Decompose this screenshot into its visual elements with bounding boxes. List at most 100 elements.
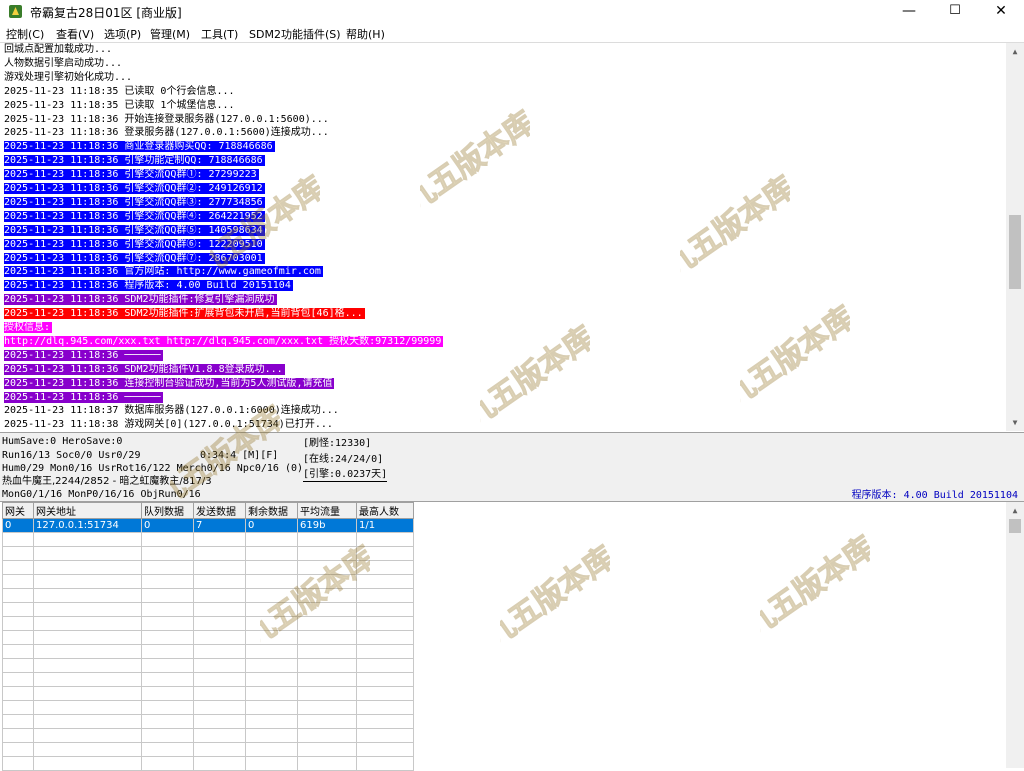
table-cell bbox=[2, 756, 34, 771]
menu-view[interactable]: 查看(V) bbox=[56, 26, 94, 42]
table-cell bbox=[33, 686, 142, 701]
log-line-text: 2025-11-23 11:18:36 引擎交流QQ群②: 249126912 bbox=[4, 183, 265, 194]
scroll-up-icon[interactable]: ▲ bbox=[1006, 502, 1024, 519]
column-header[interactable]: 队列数据 bbox=[141, 502, 194, 519]
table-cell bbox=[245, 742, 298, 757]
table-cell bbox=[245, 686, 298, 701]
table-row[interactable] bbox=[2, 728, 414, 743]
grid-scrollbar[interactable]: ▲ bbox=[1006, 502, 1024, 768]
table-cell bbox=[2, 728, 34, 743]
table-row[interactable] bbox=[2, 658, 414, 673]
gateway-table[interactable]: 网关 网关地址 队列数据 发送数据 剩余数据 平均流量 最高人数 0 127.0.0.1:51… bbox=[2, 502, 414, 771]
scroll-thumb[interactable] bbox=[1009, 215, 1021, 289]
maximize-button[interactable]: ☐ bbox=[932, 0, 978, 24]
table-cell bbox=[141, 742, 194, 757]
log-line: 2025-11-23 11:18:36 SDM2功能插件:修复引擎漏洞成功 bbox=[4, 293, 277, 306]
table-row[interactable] bbox=[2, 742, 414, 757]
table-cell: 0 bbox=[141, 518, 194, 533]
table-row[interactable] bbox=[2, 560, 414, 575]
column-header[interactable]: 剩余数据 bbox=[245, 502, 298, 519]
log-line-text: 2025-11-23 11:18:36 登录服务器(127.0.0.1:5600… bbox=[4, 127, 329, 139]
table-cell bbox=[356, 714, 414, 729]
column-header[interactable]: 平均流量 bbox=[297, 502, 357, 519]
menu-control[interactable]: 控制(C) bbox=[6, 26, 44, 42]
table-row[interactable] bbox=[2, 588, 414, 603]
log-line-text: 2025-11-23 11:18:36 官方网站: http://www.gam… bbox=[4, 266, 323, 278]
table-row[interactable] bbox=[2, 644, 414, 659]
table-row[interactable] bbox=[2, 616, 414, 631]
table-cell bbox=[33, 728, 142, 743]
table-row[interactable] bbox=[2, 686, 414, 701]
column-header[interactable]: 网关地址 bbox=[33, 502, 142, 519]
table-row[interactable] bbox=[2, 602, 414, 617]
table-row[interactable] bbox=[2, 574, 414, 589]
menu-tools[interactable]: 工具(T) bbox=[201, 26, 238, 42]
scroll-up-icon[interactable]: ▲ bbox=[1006, 43, 1024, 60]
table-cell bbox=[356, 658, 414, 673]
table-cell bbox=[245, 616, 298, 631]
log-line-text: 2025-11-23 11:18:36 引擎交流QQ群①: 27299223 bbox=[4, 169, 259, 181]
log-line: 2025-11-23 11:18:36 连接控制台验证成功,当前为5人测试版,请… bbox=[4, 377, 335, 390]
table-row[interactable] bbox=[2, 630, 414, 645]
table-cell bbox=[33, 672, 142, 687]
table-cell bbox=[33, 574, 142, 589]
log-line: 2025-11-23 11:18:36 商业登录器购买QQ: 718846686 bbox=[4, 140, 275, 153]
table-cell bbox=[33, 602, 142, 617]
table-cell bbox=[356, 686, 414, 701]
log-line: 2025-11-23 11:18:36 引擎交流QQ群⑤: 140598634 bbox=[4, 224, 265, 237]
column-header[interactable]: 最高人数 bbox=[356, 502, 414, 519]
table-cell bbox=[2, 588, 34, 603]
table-cell bbox=[33, 532, 142, 547]
log-line: 2025-11-23 11:18:36 官方网站: http://www.gam… bbox=[4, 265, 323, 278]
table-row[interactable] bbox=[2, 700, 414, 715]
menu-help[interactable]: 帮助(H) bbox=[346, 26, 385, 42]
column-header[interactable]: 网关 bbox=[2, 502, 34, 519]
table-cell bbox=[141, 532, 194, 547]
table-cell bbox=[2, 546, 34, 561]
table-cell bbox=[356, 728, 414, 743]
log-line-text: 2025-11-23 11:18:36 引擎功能定制QQ: 718846686 bbox=[4, 155, 265, 167]
table-cell bbox=[2, 714, 34, 729]
log-line: 2025-11-23 11:18:36 引擎交流QQ群①: 27299223 bbox=[4, 168, 259, 181]
table-cell bbox=[193, 588, 246, 603]
table-row[interactable] bbox=[2, 532, 414, 547]
minimize-button[interactable]: — bbox=[886, 0, 932, 24]
table-row[interactable]: 0 127.0.0.1:51734 0 7 0 619b 1/1 bbox=[2, 518, 414, 533]
window-title: 帝霸复古28日01区 [商业版] bbox=[30, 6, 182, 20]
column-header[interactable]: 发送数据 bbox=[193, 502, 246, 519]
log-line-text: 2025-11-23 11:18:36 开始连接登录服务器(127.0.0.1:… bbox=[4, 113, 329, 125]
table-cell bbox=[193, 546, 246, 561]
table-row[interactable] bbox=[2, 672, 414, 687]
log-line-text: 2025-11-23 11:18:36 SDM2功能插件:修复引擎漏洞成功 bbox=[4, 294, 277, 306]
log-line-text: 授权信息: bbox=[4, 322, 53, 333]
menu-sdm2-plugin[interactable]: SDM2功能插件(S) bbox=[249, 26, 341, 42]
menu-options[interactable]: 选项(P) bbox=[104, 26, 141, 42]
table-cell bbox=[297, 560, 357, 575]
close-button[interactable]: ✕ bbox=[978, 0, 1024, 24]
log-line: 回城点配置加载成功... bbox=[4, 43, 114, 56]
table-cell bbox=[356, 644, 414, 659]
table-row[interactable] bbox=[2, 546, 414, 561]
table-cell bbox=[356, 700, 414, 715]
scroll-down-icon[interactable]: ▼ bbox=[1006, 414, 1024, 431]
log-console[interactable]: 回城点配置加载成功... 人物数据引擎启动成功... 游戏处理引擎初始化成功... 2… bbox=[0, 43, 1006, 431]
table-cell: 1/1 bbox=[356, 518, 414, 533]
table-cell: 127.0.0.1:51734 bbox=[33, 518, 142, 533]
scroll-thumb[interactable] bbox=[1009, 519, 1021, 533]
refresh-count: [刷怪:12330] bbox=[303, 438, 372, 449]
engine-days: [引擎:0.0237天] bbox=[303, 469, 388, 482]
log-line: 2025-11-23 11:18:36 引擎功能定制QQ: 718846686 bbox=[4, 154, 265, 167]
log-line: 授权信息: bbox=[4, 321, 53, 334]
table-cell bbox=[193, 532, 246, 547]
table-row[interactable] bbox=[2, 756, 414, 771]
online-count: [在线:24/24/0] bbox=[303, 454, 384, 465]
table-cell bbox=[356, 756, 414, 771]
menu-manage[interactable]: 管理(M) bbox=[150, 26, 190, 42]
title-bar: 帝霸复古28日01区 [商业版] — ☐ ✕ bbox=[0, 0, 1024, 24]
table-cell bbox=[297, 630, 357, 645]
table-cell bbox=[141, 686, 194, 701]
monster-status: 热血牛魔王,2244/2852 - 暗之虹魔教主/817/3 bbox=[2, 476, 212, 487]
table-row[interactable] bbox=[2, 714, 414, 729]
log-scrollbar[interactable]: ▲ ▼ bbox=[1006, 43, 1024, 431]
table-cell bbox=[193, 602, 246, 617]
